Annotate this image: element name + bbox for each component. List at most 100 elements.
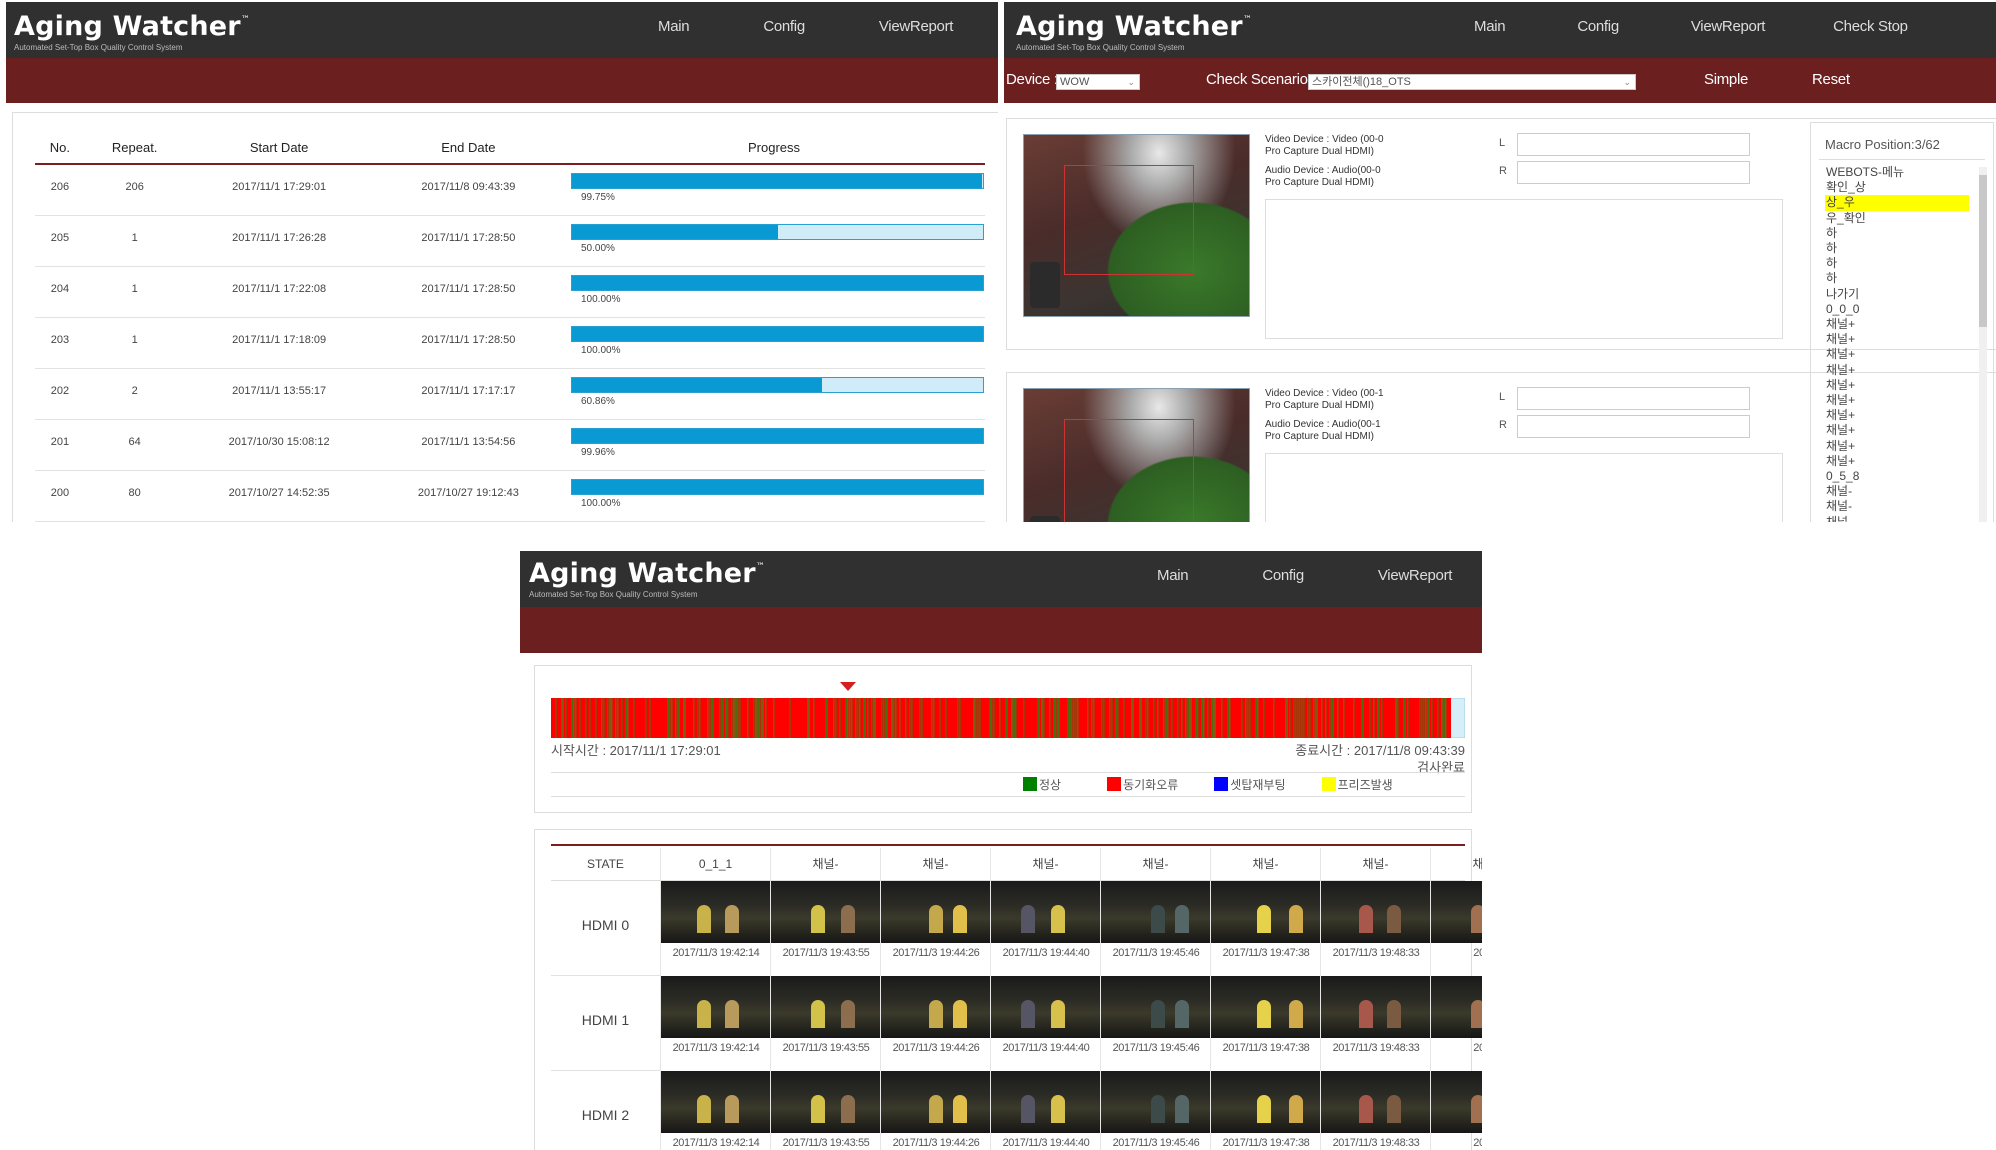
nav-viewreport[interactable]: ViewReport — [1691, 18, 1766, 35]
capture-cell[interactable]: 2017/11/3 19:45:46 — [1101, 881, 1211, 976]
table-row[interactable]: 204 1 2017/11/1 17:22:08 2017/11/1 17:28:50… — [35, 266, 985, 318]
capture-thumbnail[interactable] — [1321, 1071, 1430, 1133]
macro-item[interactable]: 채널+ — [1825, 317, 1969, 332]
capture-thumbnail[interactable] — [771, 976, 880, 1038]
macro-item[interactable]: 채널+ — [1825, 408, 1969, 423]
macro-item[interactable]: 0_0_0 — [1825, 302, 1969, 317]
capture-thumbnail[interactable] — [1101, 1071, 1210, 1133]
nav-main[interactable]: Main — [658, 18, 690, 35]
device-select[interactable]: WOW ⌄ — [1056, 74, 1140, 90]
capture-cell[interactable]: 2017/11/3 19:47:38 — [1211, 976, 1321, 1071]
capture-thumbnail[interactable] — [1431, 1071, 1482, 1133]
capture-cell[interactable]: 2017/11/3 19:42:14 — [661, 976, 771, 1071]
app-logo[interactable]: Aging Watcher™ Automated Set-Top Box Qua… — [14, 11, 250, 52]
macro-item[interactable]: 확인_상 — [1825, 180, 1969, 195]
capture-cell[interactable]: 2017/ — [1431, 976, 1482, 1071]
capture-thumbnail[interactable] — [661, 976, 770, 1038]
capture-thumbnail[interactable] — [991, 976, 1100, 1038]
capture-thumbnail[interactable] — [881, 881, 990, 943]
table-row[interactable]: 201 64 2017/10/30 15:08:12 2017/11/1 13:54:… — [35, 419, 985, 471]
capture-cell[interactable]: 2017/11/3 19:42:14 — [661, 1071, 771, 1150]
col-end-date[interactable]: End Date — [373, 131, 563, 165]
capture-thumbnail[interactable] — [661, 1071, 770, 1133]
nav-main[interactable]: Main — [1157, 567, 1189, 584]
capture-cell[interactable]: 2017/11/3 19:45:46 — [1101, 1071, 1211, 1150]
macro-item[interactable]: 채널+ — [1825, 378, 1969, 393]
macro-item[interactable]: 하 — [1825, 256, 1969, 271]
macro-item[interactable]: 나가기 — [1825, 287, 1969, 302]
nav-viewreport[interactable]: ViewReport — [879, 18, 954, 35]
capture-cell[interactable]: 2017/11/3 19:42:14 — [661, 881, 771, 976]
app-logo[interactable]: Aging Watcher™ Automated Set-Top Box Qua… — [529, 558, 765, 599]
app-logo[interactable]: Aging Watcher™ Automated Set-Top Box Qua… — [1016, 11, 1252, 52]
capture-cell[interactable]: 2017/11/3 19:48:33 — [1321, 976, 1431, 1071]
macro-item[interactable]: 채널+ — [1825, 332, 1969, 347]
capture-cell[interactable]: 2017/11/3 19:45:46 — [1101, 976, 1211, 1071]
macro-item[interactable]: 채널+ — [1825, 363, 1969, 378]
table-row[interactable]: 206 206 2017/11/1 17:29:01 2017/11/8 09:43:… — [35, 164, 985, 216]
table-row[interactable]: 205 1 2017/11/1 17:26:28 2017/11/1 17:28:50… — [35, 215, 985, 267]
timeline-bar[interactable] — [550, 697, 1466, 739]
macro-item[interactable]: 채널- — [1825, 499, 1969, 514]
capture-cell[interactable]: 2017/11/3 19:44:40 — [991, 976, 1101, 1071]
macro-item[interactable]: 하 — [1825, 271, 1969, 286]
capture-thumbnail[interactable] — [1211, 1071, 1320, 1133]
nav-config[interactable]: Config — [1262, 567, 1304, 584]
table-row[interactable]: 200 80 2017/10/27 14:52:35 2017/10/27 19:12… — [35, 470, 985, 522]
capture-cell[interactable]: 2017/11/3 19:44:26 — [881, 1071, 991, 1150]
macro-item[interactable]: 상_우 — [1825, 195, 1969, 211]
position-marker-icon[interactable] — [840, 682, 857, 691]
nav-main[interactable]: Main — [1474, 18, 1506, 35]
capture-thumbnail[interactable] — [1101, 881, 1210, 943]
capture-thumbnail[interactable] — [881, 1071, 990, 1133]
capture-cell[interactable]: 2017/11/3 19:48:33 — [1321, 881, 1431, 976]
capture-thumbnail[interactable] — [991, 881, 1100, 943]
nav-viewreport[interactable]: ViewReport — [1378, 567, 1453, 584]
macro-item[interactable]: 채널+ — [1825, 439, 1969, 454]
nav-config[interactable]: Config — [763, 18, 805, 35]
capture-thumbnail[interactable] — [1321, 976, 1430, 1038]
capture-thumbnail[interactable] — [1211, 881, 1320, 943]
capture-cell[interactable]: 2017/11/3 19:44:40 — [991, 881, 1101, 976]
capture-thumbnail[interactable] — [661, 881, 770, 943]
capture-thumbnail[interactable] — [1101, 976, 1210, 1038]
capture-cell[interactable]: 2017/11/3 19:47:38 — [1211, 881, 1321, 976]
col-start-date[interactable]: Start Date — [184, 131, 374, 165]
nav-config[interactable]: Config — [1577, 18, 1619, 35]
scrollbar[interactable] — [1979, 167, 1987, 522]
scenario-select[interactable]: 스카이전체()18_OTS ⌄ — [1308, 74, 1636, 90]
capture-thumbnail[interactable] — [1431, 976, 1482, 1038]
table-row[interactable]: 203 1 2017/11/1 17:18:09 2017/11/1 17:28:50… — [35, 317, 985, 369]
reset-button[interactable]: Reset — [1812, 71, 1850, 88]
col-repeat[interactable]: Repeat. — [84, 131, 185, 165]
capture-cell[interactable]: 2017/11/3 19:48:33 — [1321, 1071, 1431, 1150]
macro-item[interactable]: 하 — [1825, 241, 1969, 256]
scrollbar-thumb[interactable] — [1979, 175, 1987, 327]
capture-cell[interactable]: 2017/11/3 19:43:55 — [771, 1071, 881, 1150]
macro-item[interactable]: 채널+ — [1825, 393, 1969, 408]
capture-cell[interactable]: 2017/ — [1431, 1071, 1482, 1150]
macro-list[interactable]: WEBOTS-메뉴 확인_상 상_우 우_확인 하 하 하 하 나가기 0_0_0 채널+ 채널+ 채널… — [1825, 165, 1969, 522]
capture-thumbnail[interactable] — [881, 976, 990, 1038]
capture-cell[interactable]: 2017/11/3 19:44:26 — [881, 976, 991, 1071]
macro-item[interactable]: 우_확인 — [1825, 211, 1969, 226]
capture-cell[interactable]: 2017/11/3 19:44:40 — [991, 1071, 1101, 1150]
capture-cell[interactable]: 2017/11/3 19:44:26 — [881, 881, 991, 976]
simple-button[interactable]: Simple — [1704, 71, 1748, 88]
col-no[interactable]: No. — [35, 131, 85, 165]
macro-item[interactable]: 채널+ — [1825, 347, 1969, 362]
macro-item[interactable]: 채널 — [1825, 515, 1969, 522]
macro-item[interactable]: 채널+ — [1825, 423, 1969, 438]
capture-thumbnail[interactable] — [991, 1071, 1100, 1133]
macro-item[interactable]: 0_5_8 — [1825, 469, 1969, 484]
capture-thumbnail[interactable] — [1431, 881, 1482, 943]
capture-cell[interactable]: 2017/11/3 19:43:55 — [771, 881, 881, 976]
capture-cell[interactable]: 2017/11/3 19:43:55 — [771, 976, 881, 1071]
capture-thumbnail[interactable] — [1321, 881, 1430, 943]
capture-thumbnail[interactable] — [1211, 976, 1320, 1038]
col-progress[interactable]: Progress — [563, 131, 985, 165]
capture-thumbnail[interactable] — [771, 1071, 880, 1133]
capture-cell[interactable]: 2017/11/3 19:47:38 — [1211, 1071, 1321, 1150]
nav-check-stop[interactable]: Check Stop — [1833, 18, 1908, 35]
macro-item[interactable]: 채널- — [1825, 484, 1969, 499]
